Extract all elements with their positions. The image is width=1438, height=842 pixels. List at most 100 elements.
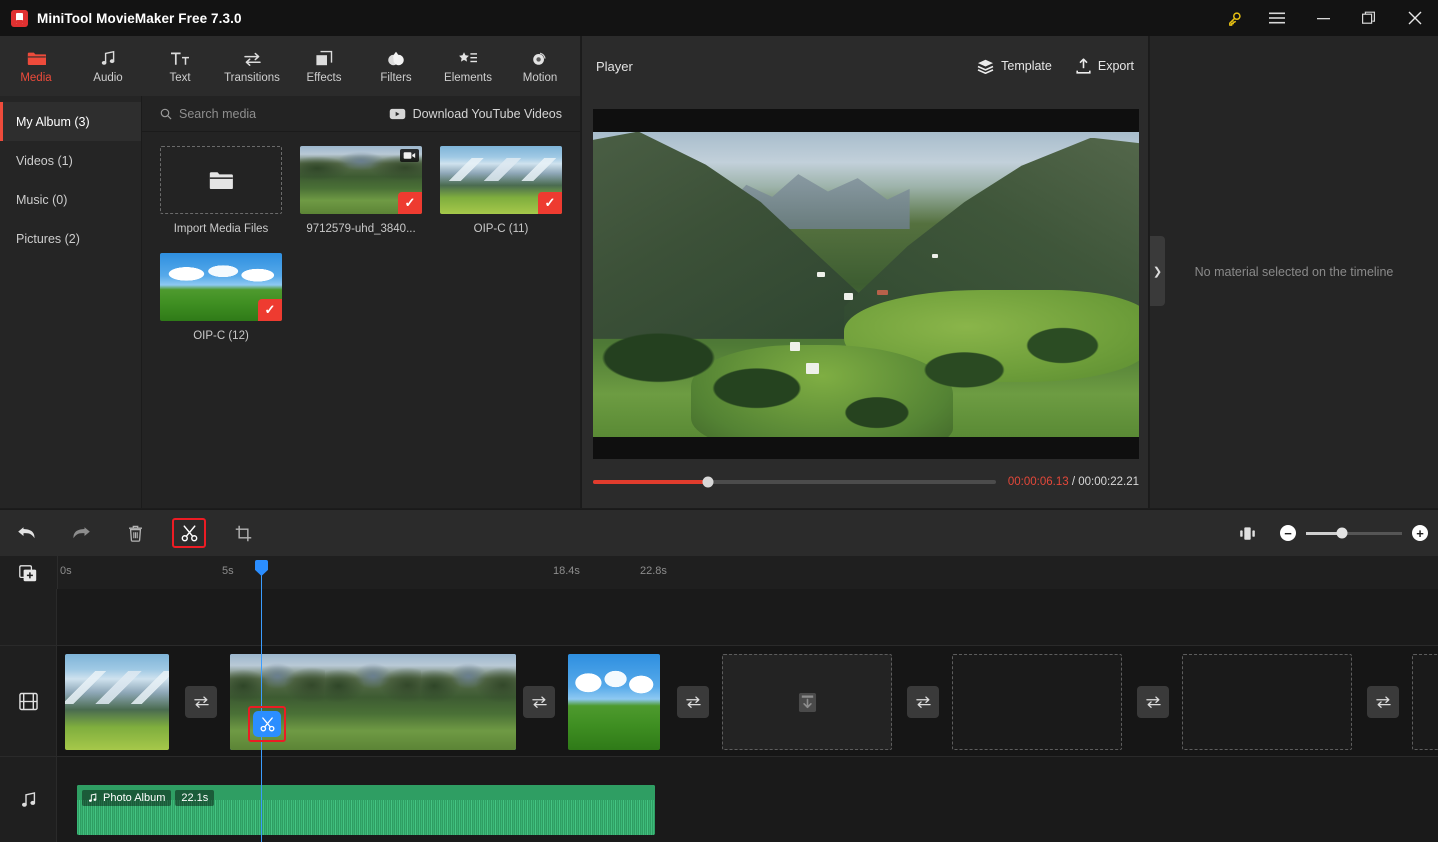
- crop-button[interactable]: [216, 510, 270, 557]
- fit-timeline-icon: [1239, 526, 1255, 540]
- media-panel: My Album (3) Videos (1) Music (0) Pictur…: [0, 96, 580, 508]
- split-button[interactable]: [162, 510, 216, 557]
- transition-arrows-icon: [915, 696, 931, 708]
- undo-button[interactable]: [0, 510, 54, 557]
- preview-trees: [593, 131, 1139, 437]
- zoom-in-button[interactable]: +: [1412, 525, 1428, 541]
- media-thumbnail-field[interactable]: ✓: [160, 253, 282, 321]
- timeline-placeholder-empty-3[interactable]: [1412, 654, 1438, 750]
- toolbar-item-filters[interactable]: Filters: [360, 36, 432, 96]
- media-thumbnail-snow[interactable]: ✓: [440, 146, 562, 214]
- player-progress-bar[interactable]: [593, 476, 996, 488]
- music-note-icon: [100, 49, 117, 69]
- media-item-oip-c-11[interactable]: ✓ OIP-C (11): [440, 146, 562, 235]
- transition-slot-6[interactable]: [1367, 686, 1399, 718]
- category-music[interactable]: Music (0): [0, 180, 141, 219]
- progress-knob[interactable]: [702, 476, 714, 488]
- redo-arrow-icon: [73, 527, 90, 539]
- title-bar: MiniTool MovieMaker Free 7.3.0: [0, 0, 1438, 36]
- preview-house: [816, 271, 825, 277]
- main-toolbar: Media Audio Text Transitions Effects Fil…: [0, 36, 580, 96]
- time-separator: /: [1071, 476, 1076, 488]
- preview-house: [876, 290, 888, 296]
- app-logo-icon: [11, 9, 28, 27]
- transition-slot-1[interactable]: [185, 686, 217, 718]
- timeline-placeholder-empty-1[interactable]: [952, 654, 1122, 750]
- category-my-album[interactable]: My Album (3): [0, 102, 141, 141]
- transition-slot-2[interactable]: [523, 686, 555, 718]
- zoom-out-button[interactable]: −: [1280, 525, 1296, 541]
- transition-slot-4[interactable]: [907, 686, 939, 718]
- add-media-button[interactable]: [18, 564, 38, 582]
- toolbar-item-audio[interactable]: Audio: [72, 36, 144, 96]
- category-label-my-album: My Album (3): [16, 114, 90, 129]
- timeline-placeholder-drop[interactable]: [722, 654, 892, 750]
- menu-button[interactable]: [1254, 0, 1300, 36]
- timeline-placeholder-empty-2[interactable]: [1182, 654, 1352, 750]
- properties-empty-message: No material selected on the timeline: [1194, 265, 1394, 279]
- track-header-audio[interactable]: [0, 757, 57, 842]
- transition-slot-3[interactable]: [677, 686, 709, 718]
- timeline-audio-clip[interactable]: Photo Album 22.1s: [77, 785, 655, 835]
- category-pictures[interactable]: Pictures (2): [0, 219, 141, 258]
- preview-video[interactable]: [593, 131, 1139, 437]
- export-label: Export: [1097, 59, 1134, 73]
- minimize-button[interactable]: [1300, 0, 1346, 36]
- crop-icon: [235, 525, 251, 541]
- download-youtube-button[interactable]: Download YouTube Videos: [389, 107, 562, 121]
- timeline-clip-green-field[interactable]: [568, 654, 660, 750]
- toolbar-label-elements: Elements: [444, 71, 492, 84]
- template-label: Template: [1001, 59, 1052, 73]
- layers-icon: [977, 59, 994, 74]
- redo-button[interactable]: [54, 510, 108, 557]
- timeline-ruler[interactable]: 0s 5s 18.4s 22.8s: [0, 556, 1438, 589]
- download-youtube-label: Download YouTube Videos: [412, 106, 562, 121]
- insert-download-icon: [798, 692, 816, 712]
- add-media-icon: [19, 564, 37, 581]
- delete-button[interactable]: [108, 510, 162, 557]
- elements-star-list-icon: [458, 49, 478, 69]
- export-button[interactable]: Export: [1076, 58, 1134, 74]
- import-thumbnail[interactable]: [160, 146, 282, 214]
- search-input[interactable]: Search media: [160, 107, 389, 121]
- toolbar-label-filters: Filters: [380, 71, 412, 84]
- transition-slot-5[interactable]: [1137, 686, 1169, 718]
- media-item-oip-c-12[interactable]: ✓ OIP-C (12): [160, 253, 282, 342]
- media-item-import[interactable]: Import Media Files: [160, 146, 282, 235]
- text-tt-icon: [170, 49, 190, 69]
- toolbar-item-media[interactable]: Media: [0, 36, 72, 96]
- media-item-video[interactable]: ✓ 9712579-uhd_3840...: [300, 146, 422, 235]
- toolbar-item-text[interactable]: Text: [144, 36, 216, 96]
- toolbar-item-elements[interactable]: Elements: [432, 36, 504, 96]
- zoom-slider-knob[interactable]: [1336, 527, 1348, 539]
- overlay-track-row[interactable]: [57, 589, 1438, 645]
- properties-collapse-handle[interactable]: ❯: [1150, 236, 1165, 306]
- activate-key-button[interactable]: [1214, 0, 1254, 36]
- toolbar-item-motion[interactable]: Motion: [504, 36, 576, 96]
- zoom-slider[interactable]: [1306, 527, 1402, 539]
- audio-track-row[interactable]: Photo Album 22.1s: [57, 757, 1438, 842]
- audio-clip-labels: Photo Album 22.1s: [82, 790, 215, 806]
- timeline-clip-snow-mountain[interactable]: [65, 654, 169, 750]
- maximize-button[interactable]: [1346, 0, 1392, 36]
- track-headers: [0, 589, 57, 842]
- track-header-video[interactable]: [0, 645, 57, 757]
- fit-timeline-button[interactable]: [1232, 520, 1262, 546]
- media-thumbnail-valley[interactable]: ✓: [300, 146, 422, 214]
- toolbar-label-media: Media: [20, 71, 52, 84]
- category-label-videos: Videos (1): [16, 153, 73, 168]
- search-icon: [160, 108, 172, 120]
- toolbar-item-transitions[interactable]: Transitions: [216, 36, 288, 96]
- toolbar-label-audio: Audio: [93, 71, 123, 84]
- close-button[interactable]: [1392, 0, 1438, 36]
- player-stage: [593, 109, 1139, 459]
- timeline-split-bubble-button[interactable]: [253, 711, 281, 737]
- category-videos[interactable]: Videos (1): [0, 141, 141, 180]
- timeline-toolbar: − +: [0, 509, 1438, 556]
- chevron-right-icon: ❯: [1152, 265, 1163, 278]
- ruler-tick-5s: 5s: [222, 565, 234, 577]
- toolbar-item-effects[interactable]: Effects: [288, 36, 360, 96]
- template-button[interactable]: Template: [977, 59, 1052, 74]
- hamburger-menu-icon: [1269, 12, 1285, 24]
- player-progress-row: 00:00:06.13 / 00:00:22.21: [593, 476, 1139, 488]
